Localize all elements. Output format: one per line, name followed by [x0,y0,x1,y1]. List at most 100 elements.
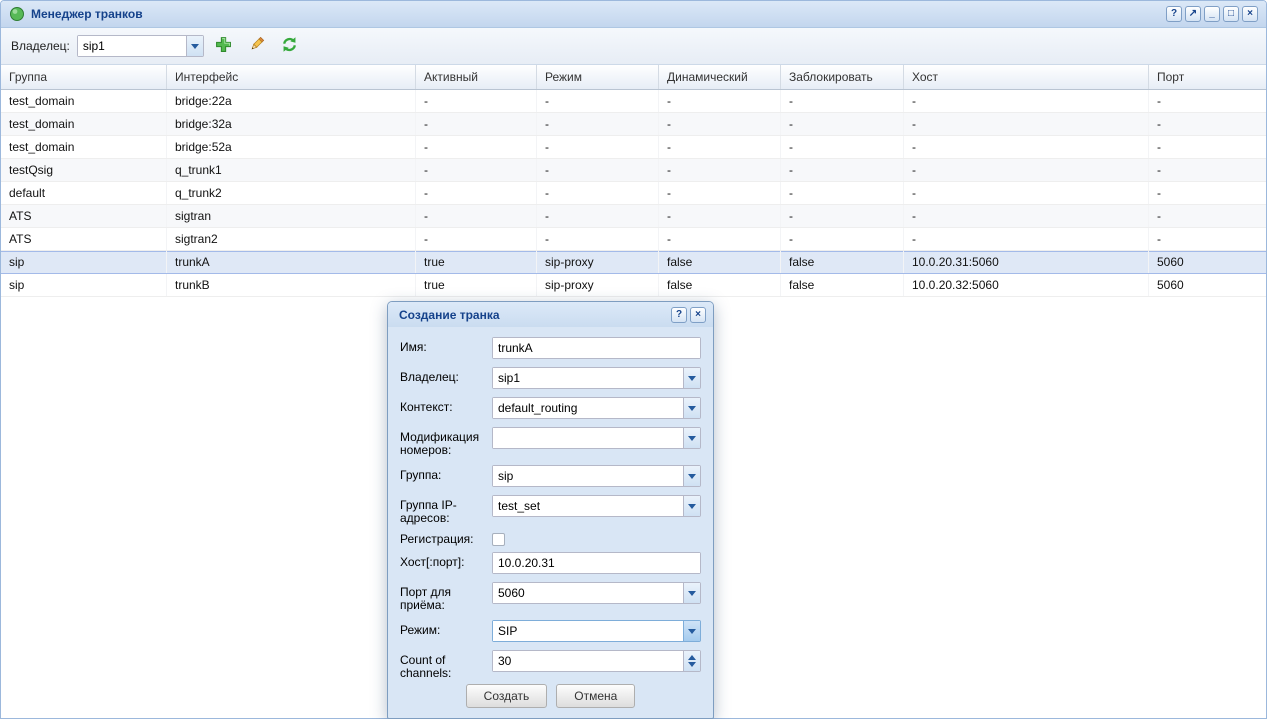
column-header-8[interactable]: Порт [1149,65,1266,89]
number-modification-input[interactable] [493,428,683,448]
column-header-5[interactable]: Динамический [659,65,781,89]
chevron-down-icon[interactable] [683,621,700,641]
column-header-3[interactable]: Активный [416,65,537,89]
column-header-7[interactable]: Хост [904,65,1149,89]
chevron-down-icon[interactable] [683,398,700,418]
table-cell: sip-proxy [537,251,659,273]
table-cell: sip [1,274,167,296]
table-cell: - [1149,182,1266,204]
table-row[interactable]: defaultq_trunk2------ [1,182,1266,205]
table-cell: sip [1,251,167,273]
table-cell: q_trunk2 [167,182,416,204]
close-button[interactable]: × [1242,6,1258,22]
ip-group-input[interactable] [493,496,683,516]
create-button[interactable]: Создать [466,684,548,708]
cancel-button[interactable]: Отмена [556,684,635,708]
context-label: Контекст: [400,397,492,414]
dialog-help-button[interactable]: ? [671,307,687,323]
table-cell: - [781,205,904,227]
column-header-6[interactable]: Заблокировать [781,65,904,89]
table-cell: - [1149,205,1266,227]
table-cell: default [1,182,167,204]
chevron-down-icon[interactable] [683,428,700,448]
table-cell: test_domain [1,136,167,158]
table-cell: sigtran [167,205,416,227]
dialog-close-button[interactable]: × [690,307,706,323]
host-port-label: Хост[:порт]: [400,552,492,569]
spinner-buttons[interactable] [683,651,700,671]
dialog-form: Имя:Владелец:Контекст:Модификация номеро… [388,327,713,684]
host-port-input[interactable] [493,553,700,573]
owner-label: Владелец: [400,367,492,384]
table-row[interactable]: siptrunkAtruesip-proxyfalsefalse10.0.20.… [1,251,1266,274]
owner-input[interactable] [493,368,683,388]
chevron-down-icon[interactable] [683,583,700,603]
column-header-1[interactable]: Группа [1,65,167,89]
chevron-down-icon[interactable] [683,496,700,516]
table-cell: - [659,182,781,204]
listen-port-label: Порт для приёма: [400,582,492,612]
help-button[interactable]: ? [1166,6,1182,22]
table-cell: ATS [1,205,167,227]
registration-checkbox[interactable] [492,533,505,546]
refresh-icon [281,36,298,56]
table-cell: - [537,136,659,158]
owner-combo-input[interactable] [78,36,186,56]
add-trunk-button[interactable] [211,33,237,59]
table-cell: bridge:52a [167,136,416,158]
window-titlebar[interactable]: Менеджер транков ? ↗ _ □ × [1,1,1266,28]
minimize-button[interactable]: _ [1204,6,1220,22]
listen-port-input[interactable] [493,583,683,603]
edit-trunk-button[interactable] [244,33,270,59]
context-input[interactable] [493,398,683,418]
owner-combo[interactable] [77,35,204,57]
table-cell: - [904,182,1149,204]
table-row[interactable]: test_domainbridge:52a------ [1,136,1266,159]
column-header-4[interactable]: Режим [537,65,659,89]
refresh-button[interactable] [277,33,303,59]
table-cell: ATS [1,228,167,250]
table-cell: - [659,136,781,158]
table-cell: 10.0.20.31:5060 [904,251,1149,273]
window-title: Менеджер транков [31,7,1166,21]
chevron-down-icon[interactable] [186,36,203,56]
table-cell: trunkA [167,251,416,273]
trunk-name-input[interactable] [493,338,700,358]
pin-button[interactable]: ↗ [1185,6,1201,22]
create-trunk-dialog: Создание транка ? × Имя: Владелец: Контекс… [387,301,714,719]
table-cell: sip-proxy [537,274,659,296]
trunk-name-label: Имя: [400,337,492,354]
dialog-titlebar[interactable]: Создание транка ? × [388,302,713,327]
table-row[interactable]: testQsigq_trunk1------ [1,159,1266,182]
chevron-down-icon[interactable] [683,368,700,388]
table-cell: - [416,182,537,204]
table-row[interactable]: test_domainbridge:22a------ [1,90,1266,113]
mode-input[interactable] [493,621,683,641]
table-cell: bridge:22a [167,90,416,112]
table-row[interactable]: ATSsigtran2------ [1,228,1266,251]
chevron-down-icon[interactable] [683,466,700,486]
table-cell: - [1149,136,1266,158]
registration-label: Регистрация: [400,533,492,546]
table-cell: false [659,274,781,296]
table-cell: - [904,113,1149,135]
table-cell: - [1149,90,1266,112]
table-cell: - [904,205,1149,227]
group-input[interactable] [493,466,683,486]
table-row[interactable]: ATSsigtran------ [1,205,1266,228]
table-cell: testQsig [1,159,167,181]
table-cell: - [781,228,904,250]
mode-label: Режим: [400,620,492,637]
table-cell: - [659,90,781,112]
table-cell: true [416,251,537,273]
table-cell: - [537,159,659,181]
dialog-buttons: Создать Отмена [388,684,713,718]
table-row[interactable]: test_domainbridge:32a------ [1,113,1266,136]
column-header-2[interactable]: Интерфейс [167,65,416,89]
table-cell: - [904,228,1149,250]
table-cell: sigtran2 [167,228,416,250]
table-row[interactable]: siptrunkBtruesip-proxyfalsefalse10.0.20.… [1,274,1266,297]
maximize-button[interactable]: □ [1223,6,1239,22]
channel-count-input[interactable] [493,651,683,671]
add-icon [215,36,232,56]
